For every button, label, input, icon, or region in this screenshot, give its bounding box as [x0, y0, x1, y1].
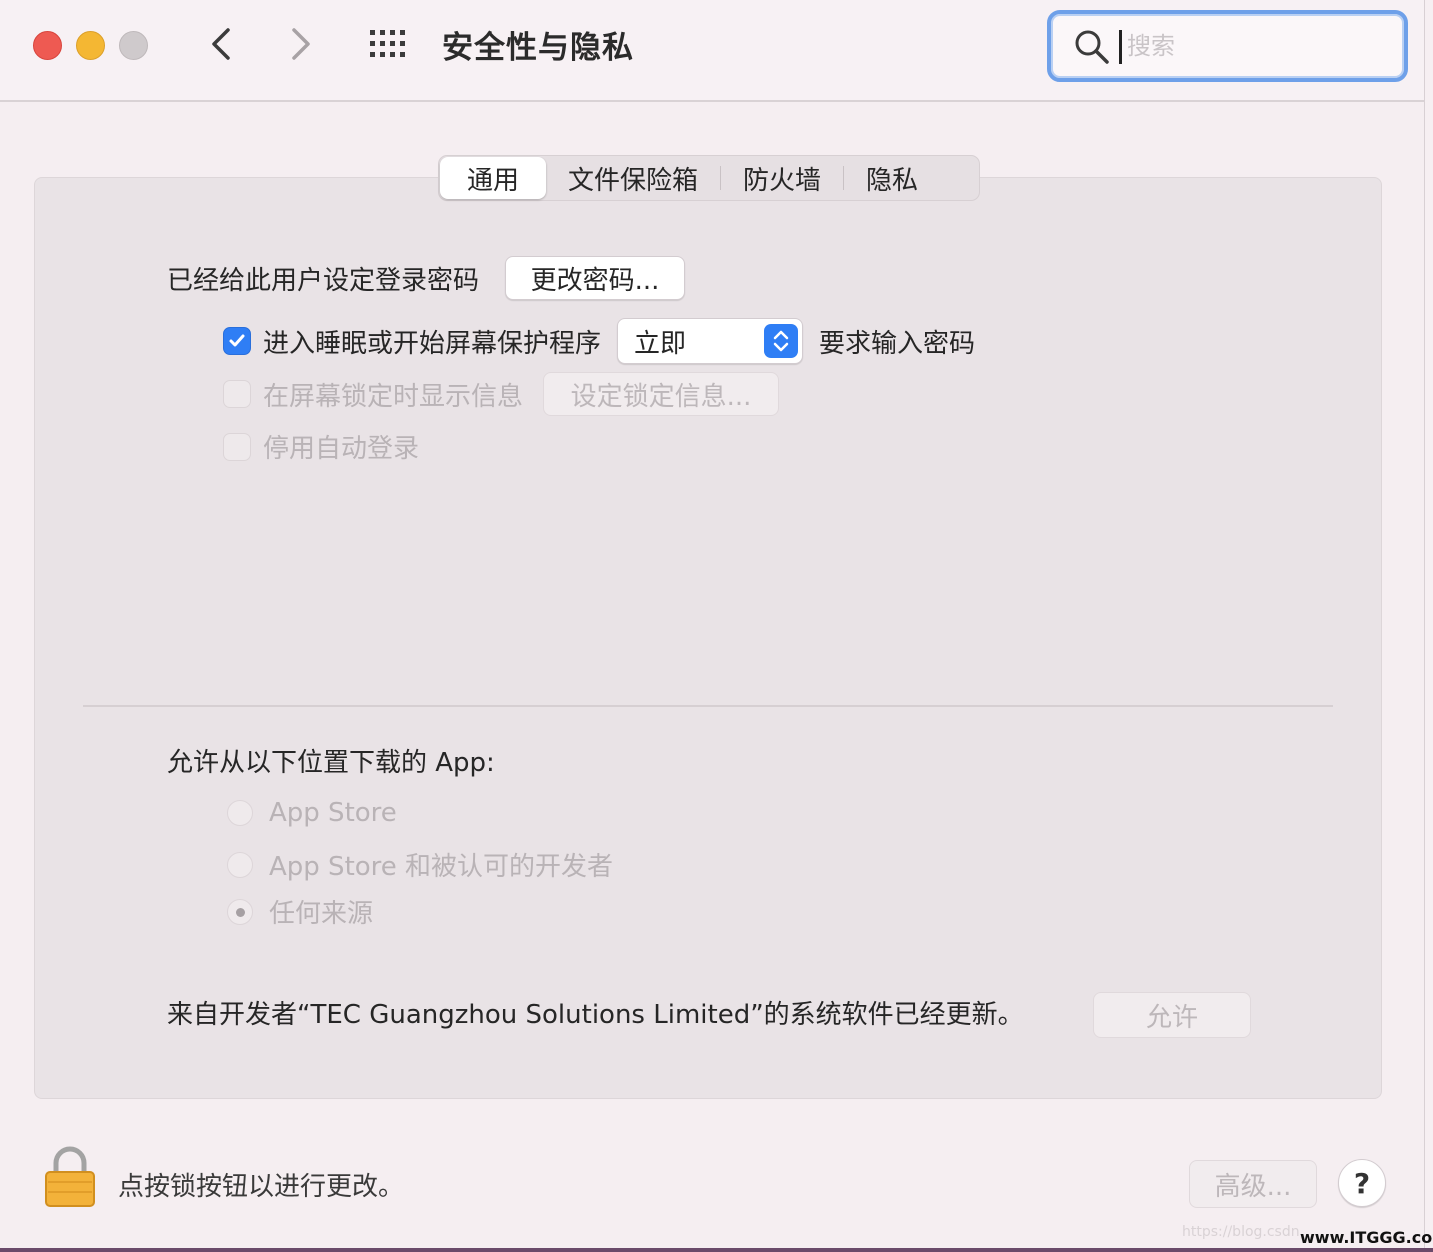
title-bar: 安全性与隐私: [0, 0, 1424, 102]
text-caret: [1119, 30, 1122, 64]
popup-arrows-icon: [764, 324, 799, 358]
lock-message-checkbox[interactable]: [223, 380, 251, 408]
minimize-window-button[interactable]: [76, 31, 105, 60]
allow-button[interactable]: 允许: [1093, 992, 1251, 1038]
sleep-password-label: 进入睡眠或开始屏幕保护程序: [263, 328, 602, 359]
radio-anywhere[interactable]: [227, 898, 253, 925]
tab-bar: 通用 文件保险箱 防火墙 隐私: [438, 155, 980, 201]
tab-privacy[interactable]: 隐私: [844, 157, 940, 199]
radio-app-store[interactable]: [227, 800, 253, 826]
radio-app-store-label: App Store: [269, 798, 397, 828]
site-watermark: www.ITGGG.com: [1300, 1228, 1433, 1247]
require-password-label: 要求输入密码: [819, 328, 976, 359]
downloads-heading: 允许从以下位置下载的 App:: [167, 748, 495, 778]
chevron-left-icon: [212, 28, 230, 60]
zoom-window-button[interactable]: [119, 31, 148, 60]
faint-watermark: https://blog.csdn: [1182, 1224, 1300, 1240]
tab-firewall[interactable]: 防火墙: [721, 157, 843, 199]
radio-anywhere-label: 任何来源: [269, 899, 374, 929]
back-button[interactable]: [202, 24, 242, 64]
download-option-app-store: App Store: [227, 798, 397, 828]
general-panel: 已经给此用户设定登录密码 更改密码... 进入睡眠或开始屏幕保护程序 立即 要求: [34, 177, 1382, 1099]
search-icon: [1075, 30, 1109, 64]
grid-icon: [370, 30, 405, 57]
help-button[interactable]: ?: [1338, 1159, 1386, 1207]
sleep-password-checkbox[interactable]: [223, 327, 251, 355]
window-title: 安全性与隐私: [442, 30, 634, 66]
system-software-message: 来自开发者“TEC Guangzhou Solutions Limited”的系…: [167, 1000, 1024, 1030]
lock-message-row: 在屏幕锁定时显示信息 设定锁定信息...: [223, 372, 780, 416]
sleep-password-row: 进入睡眠或开始屏幕保护程序 立即 要求输入密码: [223, 318, 975, 364]
tab-filevault[interactable]: 文件保险箱: [546, 157, 720, 199]
show-all-button[interactable]: [368, 28, 410, 60]
bottom-edge: [0, 1248, 1433, 1252]
forward-button[interactable]: [280, 24, 320, 64]
set-lock-message-button[interactable]: 设定锁定信息...: [543, 372, 780, 416]
downloads-heading-row: 允许从以下位置下载的 App:: [167, 742, 495, 779]
close-window-button[interactable]: [33, 31, 62, 60]
password-row: 已经给此用户设定登录密码 更改密码...: [167, 256, 686, 300]
download-option-anywhere: 任何来源: [227, 893, 373, 930]
disable-autologin-row: 停用自动登录: [223, 428, 419, 465]
lock-button[interactable]: [44, 1146, 96, 1208]
radio-identified-developers[interactable]: [227, 851, 253, 878]
chevron-right-icon: [292, 28, 310, 60]
change-password-button[interactable]: 更改密码...: [505, 256, 686, 300]
section-divider: [83, 705, 1333, 707]
checkmark-icon: [229, 334, 245, 347]
disable-autologin-checkbox[interactable]: [223, 432, 251, 461]
lock-message-label: 在屏幕锁定时显示信息: [263, 381, 524, 412]
lock-icon: [45, 1146, 95, 1207]
search-input[interactable]: [1125, 25, 1389, 67]
tab-general[interactable]: 通用: [440, 157, 546, 199]
search-field[interactable]: [1047, 10, 1408, 82]
password-delay-select[interactable]: 立即: [617, 318, 804, 364]
system-software-row: 来自开发者“TEC Guangzhou Solutions Limited”的系…: [167, 994, 1024, 1031]
preferences-window: 安全性与隐私 通用 文件保险箱 防火墙 隐私 已经给此用户设定登录密码 更改密码…: [0, 0, 1425, 1248]
lock-hint-text: 点按锁按钮以进行更改。: [118, 1172, 405, 1202]
advanced-button[interactable]: 高级...: [1189, 1160, 1317, 1208]
password-label: 已经给此用户设定登录密码: [167, 265, 480, 296]
radio-identified-developers-label: App Store 和被认可的开发者: [269, 852, 614, 882]
disable-autologin-label: 停用自动登录: [263, 434, 420, 464]
password-delay-value: 立即: [634, 328, 687, 359]
download-option-identified: App Store 和被认可的开发者: [227, 846, 613, 883]
